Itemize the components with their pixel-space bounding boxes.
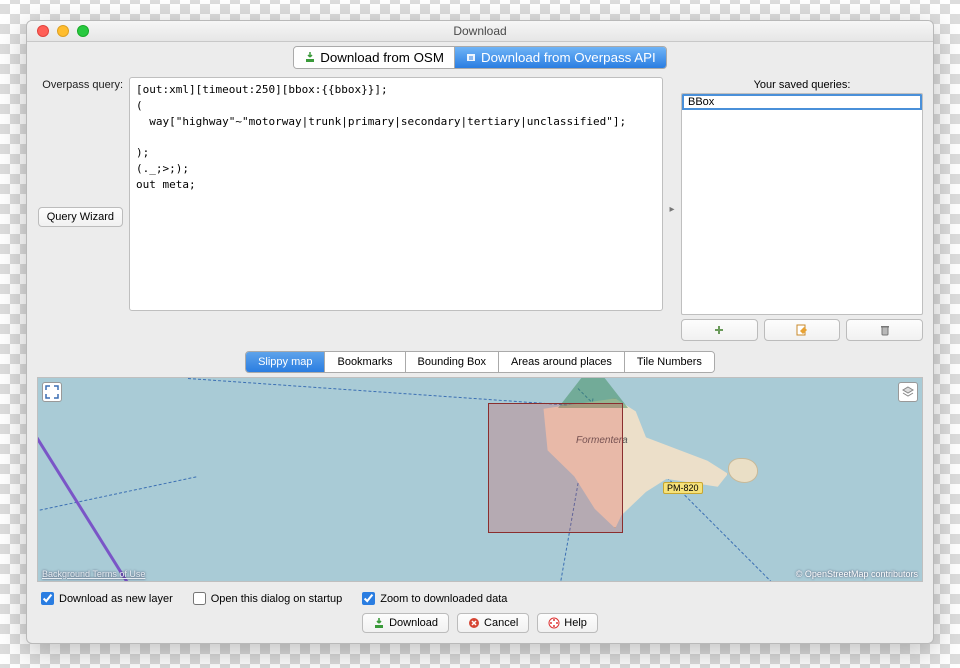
map-fullscreen-button[interactable] (42, 382, 62, 402)
plus-icon (713, 324, 725, 336)
delete-saved-query-button[interactable] (846, 319, 923, 341)
tab-bookmarks[interactable]: Bookmarks (324, 352, 404, 372)
overpass-query-textarea[interactable] (129, 77, 663, 311)
options-row: Download as new layer Open this dialog o… (27, 582, 933, 609)
download-as-new-layer-option[interactable]: Download as new layer (41, 592, 173, 605)
tab-download-overpass-label: Download from Overpass API (481, 50, 656, 65)
window-title: Download (27, 24, 933, 38)
slippy-map[interactable]: Formentera PM-820 Background Terms of Us… (37, 377, 923, 582)
titlebar: Download (27, 21, 933, 42)
road-label: PM-820 (663, 482, 703, 494)
zoom-to-data-label: Zoom to downloaded data (380, 593, 507, 605)
map-terms-link[interactable]: Background Terms of Use (42, 569, 145, 579)
download-dialog: Download Download from OSM Download from… (26, 20, 934, 644)
edit-icon (796, 324, 808, 336)
tab-bounding-box[interactable]: Bounding Box (405, 352, 499, 372)
map-water (38, 378, 922, 581)
edit-saved-query-button[interactable] (764, 319, 841, 341)
query-wizard-button[interactable]: Query Wizard (38, 207, 123, 227)
zoom-to-data-checkbox[interactable] (362, 592, 375, 605)
zoom-to-data-option[interactable]: Zoom to downloaded data (362, 592, 507, 605)
cancel-button[interactable]: Cancel (457, 613, 529, 633)
tab-download-osm[interactable]: Download from OSM (294, 47, 454, 68)
download-as-new-layer-checkbox[interactable] (41, 592, 54, 605)
cancel-icon (468, 617, 480, 629)
open-on-startup-label: Open this dialog on startup (211, 593, 342, 605)
help-icon (548, 617, 560, 629)
download-button[interactable]: Download (362, 613, 449, 633)
map-attribution: © OpenStreetMap contributors (796, 569, 918, 579)
download-overpass-icon (465, 51, 477, 63)
download-as-new-layer-label: Download as new layer (59, 593, 173, 605)
download-button-label: Download (389, 617, 438, 629)
dialog-footer: Download Cancel Help (27, 609, 933, 643)
tab-tile-numbers[interactable]: Tile Numbers (624, 352, 714, 372)
tab-areas-around-places[interactable]: Areas around places (498, 352, 624, 372)
open-on-startup-checkbox[interactable] (193, 592, 206, 605)
tab-download-overpass[interactable]: Download from Overpass API (454, 47, 666, 68)
saved-queries-label: Your saved queries: (681, 77, 923, 93)
open-on-startup-option[interactable]: Open this dialog on startup (193, 592, 342, 605)
map-layers-button[interactable] (898, 382, 918, 402)
tab-download-osm-label: Download from OSM (320, 50, 444, 65)
download-icon (373, 617, 385, 629)
panel-expand-handle[interactable]: ▸ (669, 77, 675, 342)
cancel-button-label: Cancel (484, 617, 518, 629)
trash-icon (879, 324, 891, 336)
source-tabs: Download from OSM Download from Overpass… (27, 42, 933, 71)
saved-query-item[interactable]: BBox (682, 94, 922, 110)
tab-slippy-map[interactable]: Slippy map (246, 352, 324, 372)
help-button[interactable]: Help (537, 613, 598, 633)
saved-queries-list[interactable]: BBox (681, 93, 923, 316)
download-osm-icon (304, 51, 316, 63)
layers-icon (901, 385, 915, 399)
fullscreen-icon (45, 385, 59, 399)
selection-bounding-box[interactable] (488, 403, 623, 533)
help-button-label: Help (564, 617, 587, 629)
add-saved-query-button[interactable] (681, 319, 758, 341)
query-panel: Overpass query: Query Wizard ▸ Your save… (27, 71, 933, 346)
overpass-query-label: Overpass query: (42, 77, 123, 91)
location-tabs: Slippy map Bookmarks Bounding Box Areas … (27, 351, 933, 373)
